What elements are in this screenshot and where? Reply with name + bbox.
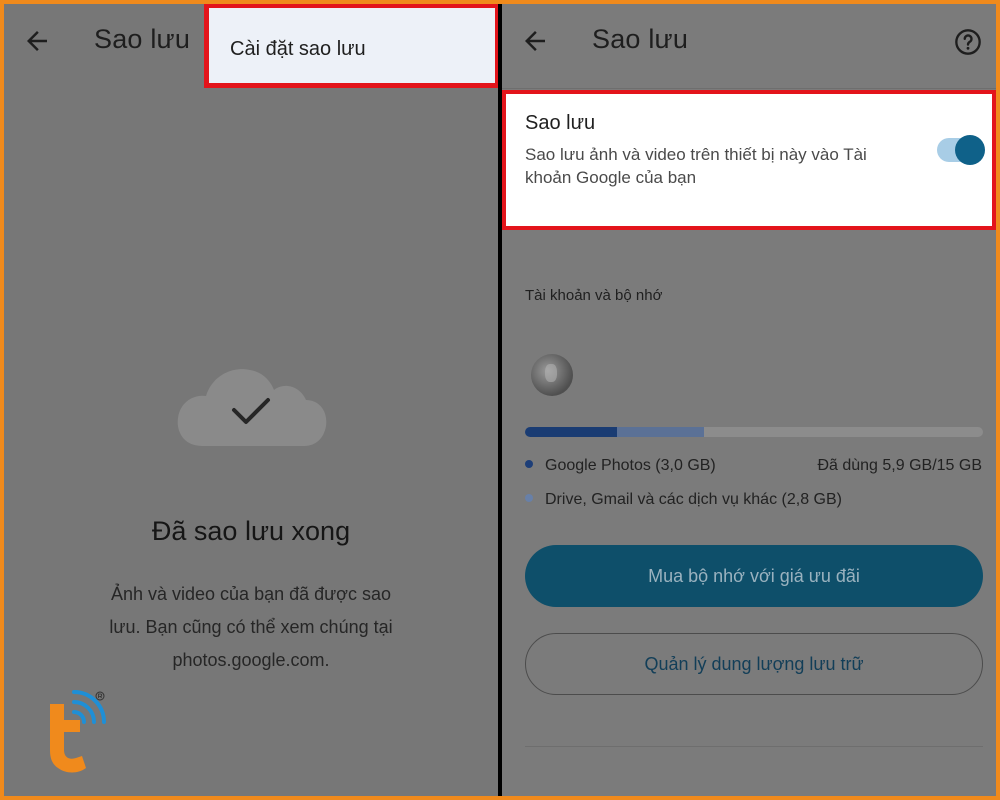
manage-storage-button[interactable]: Quản lý dung lượng lưu trữ bbox=[525, 633, 983, 695]
toggle-knob bbox=[955, 135, 985, 165]
legend-other-services: Drive, Gmail và các dịch vụ khác (2,8 GB… bbox=[525, 491, 842, 509]
backup-toggle[interactable] bbox=[937, 135, 985, 165]
legend-google-photos: Google Photos (3,0 GB) bbox=[525, 457, 716, 475]
page-title: Sao lưu bbox=[94, 24, 191, 54]
brand-logo-icon bbox=[50, 690, 106, 773]
storage-used-text: Đã dùng 5,9 GB/15 GB bbox=[817, 457, 982, 474]
avatar[interactable] bbox=[531, 354, 573, 396]
backup-setting-title: Sao lưu bbox=[525, 112, 596, 134]
arrow-left-icon[interactable] bbox=[520, 26, 550, 56]
storage-bar-photos-segment bbox=[525, 427, 617, 437]
description-line: khoản Google của bạn bbox=[525, 168, 697, 187]
backup-complete-title: Đã sao lưu xong bbox=[151, 516, 351, 546]
buy-storage-button[interactable]: Mua bộ nhớ với giá ưu đãi bbox=[525, 545, 983, 607]
screenshot-frame: Sao lưu Cài đặt sao lưu Đã sao lưu xong … bbox=[4, 4, 996, 796]
right-app-bar: Sao lưu bbox=[502, 4, 996, 80]
description-line: photos.google.com. bbox=[172, 650, 330, 670]
description-line: Sao lưu ảnh và video trên thiết bị này v… bbox=[525, 145, 867, 164]
legend-label: Drive, Gmail và các dịch vụ khác (2,8 GB… bbox=[545, 491, 842, 508]
menu-item-backup-settings[interactable]: Cài đặt sao lưu bbox=[230, 38, 366, 61]
legend-dot-icon bbox=[525, 493, 533, 502]
help-circle-icon[interactable] bbox=[954, 28, 982, 56]
backup-complete-description: Ảnh và video của bạn đã được sao lưu. Bạ… bbox=[96, 578, 406, 677]
left-panel-backup-status: Sao lưu Cài đặt sao lưu Đã sao lưu xong … bbox=[4, 4, 498, 796]
account-storage-section-label: Tài khoản và bộ nhớ bbox=[525, 287, 663, 304]
arrow-left-icon[interactable] bbox=[22, 26, 52, 56]
backup-setting-row[interactable]: Sao lưu Sao lưu ảnh và video trên thiết … bbox=[502, 90, 996, 230]
legend-label: Google Photos (3,0 GB) bbox=[545, 457, 716, 474]
legend-dot-icon bbox=[525, 459, 533, 468]
backup-setting-description: Sao lưu ảnh và video trên thiết bị này v… bbox=[525, 143, 905, 189]
description-line: Ảnh và video của bạn đã được sao bbox=[110, 584, 392, 604]
description-line: lưu. Bạn cũng có thể xem chúng tại bbox=[109, 617, 393, 637]
page-title: Sao lưu bbox=[592, 24, 689, 54]
overflow-menu-popup[interactable]: Cài đặt sao lưu bbox=[204, 4, 498, 88]
storage-usage-bar bbox=[525, 427, 983, 437]
divider bbox=[525, 746, 983, 747]
storage-bar-other-segment bbox=[616, 427, 704, 437]
divider bbox=[502, 88, 996, 89]
cloud-check-icon bbox=[177, 369, 327, 446]
right-panel-backup-settings: Sao lưu Sao lưu Sao lưu ảnh và video trê… bbox=[502, 4, 996, 796]
